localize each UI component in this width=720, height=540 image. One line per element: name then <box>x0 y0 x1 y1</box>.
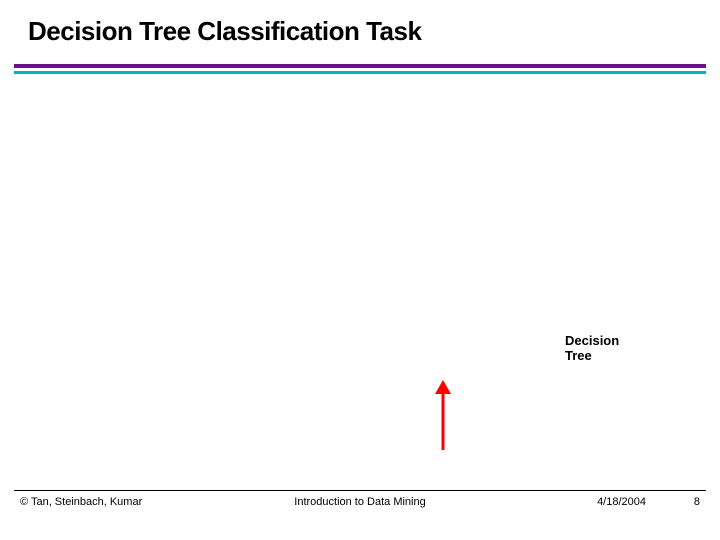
footer-title: Introduction to Data Mining <box>294 496 425 508</box>
slide-title: Decision Tree Classification Task <box>28 16 421 47</box>
annotation-line2: Tree <box>565 348 592 363</box>
footer-date: 4/18/2004 <box>597 496 646 508</box>
footer-page-number: 8 <box>694 496 700 508</box>
footer-authors: © Tan, Steinbach, Kumar <box>20 496 142 508</box>
up-arrow-icon <box>431 380 455 450</box>
footer-divider <box>14 490 706 491</box>
divider-top-teal <box>14 71 706 74</box>
divider-top-purple <box>14 64 706 68</box>
decision-tree-label: Decision Tree <box>565 334 619 364</box>
annotation-line1: Decision <box>565 333 619 348</box>
